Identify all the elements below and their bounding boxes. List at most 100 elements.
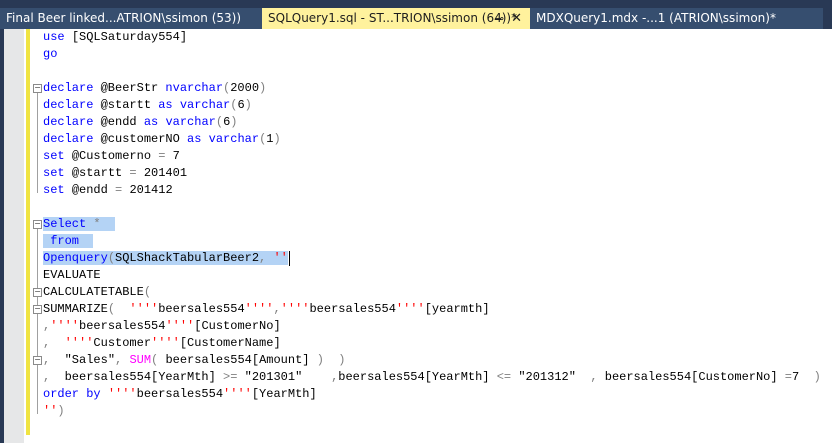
- code-token-plain: SQLShackTabularBeer2: [115, 251, 260, 265]
- code-token-str: '''': [395, 302, 425, 316]
- collapse-region-icon[interactable]: −: [33, 288, 42, 297]
- code-line[interactable]: set @startt = 201401: [43, 165, 187, 182]
- line-text: ,''''beersales554''''[CustomerNo]: [43, 319, 281, 333]
- code-token-kw: as: [143, 115, 166, 129]
- code-token-kw: nvarchar: [165, 81, 224, 95]
- code-line[interactable]: Openquery(SQLShackTabularBeer2, '': [43, 250, 288, 267]
- code-token-plain: "Sales": [64, 353, 116, 367]
- code-token-op: (: [107, 251, 116, 265]
- document-tab-bar: Final Beer linked...ATRION\ssimon (53)) …: [0, 0, 832, 29]
- code-token-op: ,: [590, 370, 605, 384]
- code-token-op: ,: [259, 251, 274, 265]
- outline-guide: [37, 365, 38, 414]
- code-token-kw: from: [43, 234, 94, 248]
- code-token-kw: as: [158, 98, 180, 112]
- code-token-op: =: [129, 166, 144, 180]
- code-token-op: ): [813, 370, 821, 384]
- code-token-plain: beersales554[CustomerNo]: [604, 370, 785, 384]
- line-text: ''): [43, 404, 65, 418]
- code-line[interactable]: Select *: [43, 216, 116, 233]
- code-token-plain: @BeerStr: [100, 81, 166, 95]
- line-text: declare @startt as varchar(6): [43, 98, 252, 112]
- code-token-str: '''': [280, 302, 310, 316]
- code-token-op: ,: [43, 370, 65, 384]
- code-line[interactable]: ,''''beersales554''''[CustomerNo]: [43, 318, 281, 335]
- code-editor[interactable]: use [SQLSaturday554] go declare @BeerStr n…: [30, 29, 832, 443]
- editor-gutter: [4, 29, 24, 443]
- code-line[interactable]: go: [43, 46, 57, 63]
- code-line[interactable]: declare @customerNO as varchar(1): [43, 131, 281, 148]
- outline-guide: [37, 314, 38, 346]
- code-line[interactable]: ''): [43, 403, 65, 420]
- code-token-op: ,: [115, 353, 130, 367]
- pin-icon[interactable]: ⊸: [495, 8, 504, 29]
- code-token-op: ,: [43, 353, 65, 367]
- tab-label: Final Beer linked...ATRION\ssimon (53)): [6, 11, 242, 25]
- code-token-str: '''': [165, 319, 195, 333]
- code-token-op: (: [107, 302, 130, 316]
- line-text: declare @endd as varchar(6): [43, 115, 237, 129]
- code-token-kw: declare: [43, 81, 101, 95]
- code-token-kw: as: [187, 132, 209, 146]
- close-icon[interactable]: ✕: [511, 8, 522, 29]
- code-token-plain: Customer: [93, 336, 152, 350]
- code-token-plain: @startt: [71, 166, 130, 180]
- line-text: use [SQLSaturday554]: [43, 30, 187, 44]
- line-text: set @endd = 201412: [43, 183, 173, 197]
- code-token-plain: [CustomerName]: [179, 336, 281, 350]
- code-line[interactable]: , ''''Customer''''[CustomerName]: [43, 335, 281, 352]
- code-line[interactable]: declare @startt as varchar(6): [43, 97, 252, 114]
- selected-text: Openquery(SQLShackTabularBeer2, '': [43, 251, 288, 265]
- tab-mdxquery1[interactable]: MDXQuery1.mdx -...1 (ATRION\ssimon)*: [530, 8, 823, 29]
- code-token-plain: beersales554: [79, 319, 166, 333]
- tab-final-beer-linked[interactable]: Final Beer linked...ATRION\ssimon (53)): [0, 8, 262, 29]
- code-token-plain: 7: [172, 149, 180, 163]
- code-token-op: <=: [496, 370, 519, 384]
- code-line[interactable]: from: [43, 233, 94, 250]
- code-line[interactable]: use [SQLSaturday554]: [43, 29, 187, 46]
- line-text: declare @customerNO as varchar(1): [43, 132, 281, 146]
- collapse-region-icon[interactable]: −: [33, 305, 42, 314]
- line-text: , beersales554[YearMth] >= "201301" ,bee…: [43, 370, 821, 384]
- collapse-region-icon[interactable]: −: [33, 84, 42, 93]
- code-token-kw: set: [43, 149, 72, 163]
- line-text: SUMMARIZE( ''''beersales554'''',''''beer…: [43, 302, 490, 316]
- code-token-op: ): [230, 115, 238, 129]
- tab-sqlquery1[interactable]: SQLQuery1.sql - ST...TRION\ssimon (64))*…: [262, 8, 530, 29]
- code-token-op: =: [158, 149, 173, 163]
- selected-text: from: [43, 234, 94, 248]
- code-token-str: '''': [107, 387, 137, 401]
- code-line[interactable]: declare @endd as varchar(6): [43, 114, 237, 131]
- code-token-plain: @endd: [100, 115, 144, 129]
- code-token-op: ) ): [316, 353, 346, 367]
- code-line[interactable]: CALCULATETABLE(: [43, 284, 151, 301]
- code-token-fn: SUM: [129, 353, 152, 367]
- code-token-op: (: [151, 353, 166, 367]
- code-line[interactable]: EVALUATE: [43, 267, 101, 284]
- text-caret: [289, 251, 290, 266]
- code-token-str: '': [43, 404, 58, 418]
- code-token-op: ,: [273, 302, 281, 316]
- code-token-plain: "201301": [244, 370, 332, 384]
- code-token-plain: 201412: [129, 183, 173, 197]
- code-line[interactable]: set @Customerno = 7: [43, 148, 180, 165]
- code-line[interactable]: SUMMARIZE( ''''beersales554'''',''''beer…: [43, 301, 490, 318]
- selected-text: Select *: [43, 217, 116, 231]
- code-line[interactable]: declare @BeerStr nvarchar(2000): [43, 80, 266, 97]
- code-token-plain: "201312": [518, 370, 591, 384]
- code-token-op: ): [244, 98, 252, 112]
- code-token-kw: set: [43, 166, 72, 180]
- code-token-plain: EVALUATE: [43, 268, 101, 282]
- collapse-region-icon[interactable]: −: [33, 220, 42, 229]
- line-text: , "Sales", SUM( beersales554[Amount] ) ): [43, 353, 346, 367]
- line-text: go: [43, 47, 57, 61]
- code-line[interactable]: , beersales554[YearMth] >= "201301" ,bee…: [43, 369, 821, 386]
- code-line[interactable]: set @endd = 201412: [43, 182, 173, 199]
- code-line[interactable]: , "Sales", SUM( beersales554[Amount] ) ): [43, 352, 346, 369]
- code-token-plain: 2000: [230, 81, 260, 95]
- code-line[interactable]: order by ''''beersales554''''[YearMth]: [43, 386, 317, 403]
- code-token-op: >=: [223, 370, 245, 384]
- collapse-region-icon[interactable]: −: [33, 356, 42, 365]
- code-token-op: ): [259, 81, 267, 95]
- code-token-op: *: [93, 217, 116, 231]
